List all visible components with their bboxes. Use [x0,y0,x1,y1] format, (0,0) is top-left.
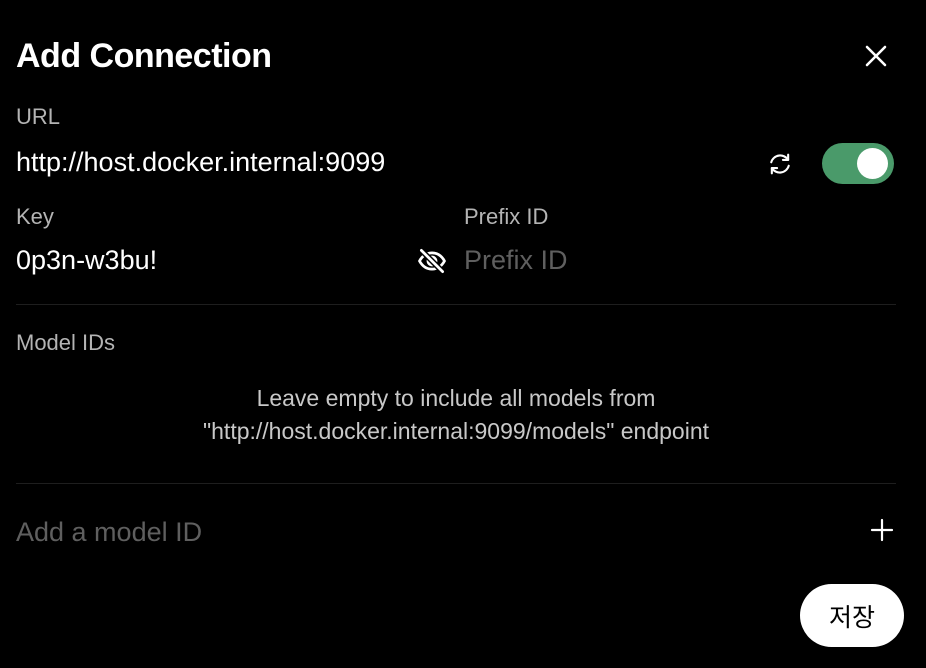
toggle-knob [857,148,888,179]
prefix-id-input[interactable] [464,242,894,278]
key-input[interactable] [16,242,406,278]
verify-connection-button[interactable] [762,146,798,182]
key-label: Key [16,204,54,229]
model-ids-hint: Leave empty to include all models from "… [16,382,896,448]
add-connection-dialog: Add Connection URL Key Prefix ID Mode [0,0,926,668]
add-model-button[interactable] [864,512,900,548]
divider [16,483,896,484]
url-label: URL [16,104,61,129]
close-icon [865,45,887,67]
toggle-key-visibility-button[interactable] [414,243,450,279]
save-button[interactable]: 저장 [800,584,904,647]
refresh-icon [770,153,790,175]
dialog-title: Add Connection [16,37,272,75]
hint-line-2: "http://host.docker.internal:9099/models… [202,418,710,444]
close-button[interactable] [856,36,896,76]
prefix-id-label: Prefix ID [464,204,549,229]
eye-off-icon [418,247,446,275]
divider [16,304,896,305]
add-model-id-input[interactable] [16,514,836,550]
plus-icon [870,518,894,542]
hint-line-1: Leave empty to include all models from [256,385,656,411]
model-ids-label: Model IDs [16,330,116,355]
url-input[interactable] [16,144,736,180]
connection-enabled-toggle[interactable] [822,143,894,184]
